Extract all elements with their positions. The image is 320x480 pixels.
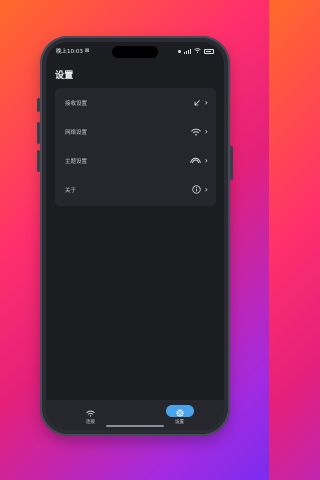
signal-icon xyxy=(184,48,191,54)
status-extra-icon: ⊠ xyxy=(84,48,90,54)
info-icon xyxy=(192,185,201,194)
settings-item-label: 网络设置 xyxy=(65,129,88,136)
nav-pill xyxy=(77,405,105,417)
chevron-right-icon: › xyxy=(204,184,208,194)
nav-pill-active xyxy=(165,405,194,417)
nav-item-label: 设置 xyxy=(175,420,184,425)
battery-icon xyxy=(204,48,214,54)
chevron-right-icon: › xyxy=(204,126,208,136)
settings-item-label: 关于 xyxy=(65,187,77,194)
page-title: 设置 xyxy=(55,71,74,81)
settings-item-label: 接收设置 xyxy=(65,100,88,107)
home-indicator[interactable] xyxy=(106,425,164,427)
nav-item-label: 连接 xyxy=(86,420,95,425)
settings-item-network[interactable]: 网络设置 › xyxy=(55,117,216,146)
settings-item-actions: › xyxy=(190,155,208,165)
notification-dot-icon xyxy=(178,49,181,53)
rainbow-icon xyxy=(190,157,201,164)
status-right xyxy=(178,47,214,55)
settings-item-about[interactable]: 关于 › xyxy=(55,175,216,204)
volume-up-button xyxy=(37,122,40,144)
gear-icon xyxy=(175,402,184,421)
settings-item-label: 主题设置 xyxy=(65,158,88,165)
phone-screen: 晚上10:03 ⊠ 设置 接收设置 › 网络设置 › 主题设置 › 关于 › 连… xyxy=(46,42,224,430)
settings-item-actions: › xyxy=(193,97,208,107)
settings-card: 接收设置 › 网络设置 › 主题设置 › 关于 › xyxy=(55,88,216,206)
side-button xyxy=(37,98,40,112)
settings-item-actions: › xyxy=(192,185,208,194)
chevron-right-icon: › xyxy=(204,155,208,165)
chevron-right-icon: › xyxy=(204,97,208,107)
status-left: 晚上10:03 ⊠ xyxy=(56,47,89,55)
volume-down-button xyxy=(37,150,40,172)
arrow-down-left-icon xyxy=(193,99,201,107)
settings-item-receive[interactable]: 接收设置 › xyxy=(55,88,216,117)
wifi-icon xyxy=(191,128,201,136)
phone-frame: 晚上10:03 ⊠ 设置 接收设置 › 网络设置 › 主题设置 › 关于 › 连… xyxy=(37,36,233,436)
status-time: 晚上10:03 xyxy=(56,49,83,55)
power-button xyxy=(230,146,233,180)
dynamic-island xyxy=(112,46,158,58)
wifi-icon xyxy=(86,402,95,421)
settings-item-actions: › xyxy=(191,126,208,136)
settings-item-theme[interactable]: 主题设置 › xyxy=(55,146,216,175)
status-wifi-icon xyxy=(194,47,201,55)
